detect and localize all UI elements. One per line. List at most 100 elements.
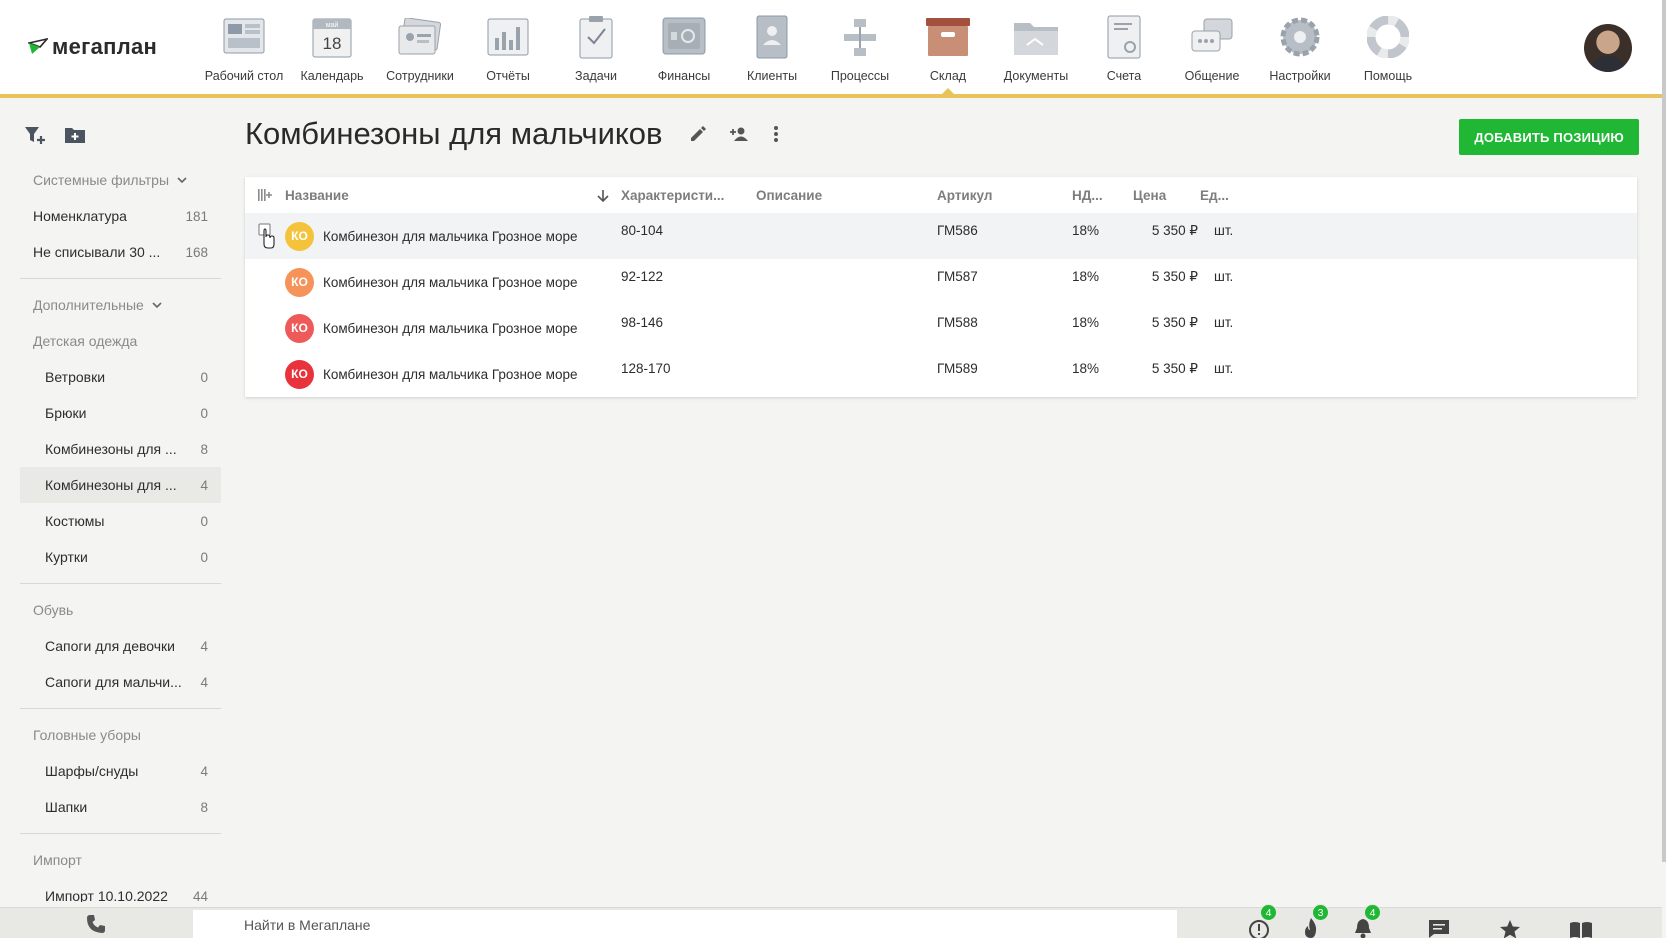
phone-icon[interactable] xyxy=(86,914,106,934)
nav-tasks[interactable]: Задачи xyxy=(552,14,640,83)
add-folder-icon[interactable] xyxy=(64,126,86,144)
nav-help[interactable]: Помощь xyxy=(1344,14,1432,83)
sidebar-item-label: Номенклатура xyxy=(33,208,127,224)
header-unit[interactable]: Ед... xyxy=(1200,188,1260,203)
sidebar-item-count: 0 xyxy=(200,549,208,565)
settings-icon xyxy=(1280,17,1320,57)
header-characteristics[interactable]: Характеристи... xyxy=(621,188,756,203)
row-name-cell: КО Комбинезон для мальчика Грозное море xyxy=(285,267,621,297)
sidebar-item-label: Сапоги для мальчи... xyxy=(45,674,182,690)
nav-clients[interactable]: Клиенты xyxy=(728,14,816,83)
group-label: Системные фильтры xyxy=(33,172,170,188)
nav-finance[interactable]: Финансы xyxy=(640,14,728,83)
sidebar-item-hats[interactable]: Шапки 8 xyxy=(20,789,221,825)
nav-label: Отчёты xyxy=(486,69,530,83)
sort-desc-icon[interactable] xyxy=(597,189,609,203)
nav-settings[interactable]: Настройки xyxy=(1256,14,1344,83)
sidebar-item-count: 0 xyxy=(200,405,208,421)
item-characteristics: 98-146 xyxy=(621,315,664,330)
row-name-cell: КО Комбинезон для мальчика Грозное море xyxy=(285,313,621,343)
row-name-cell: КО Комбинезон для мальчика Грозное море xyxy=(285,221,621,251)
logo-text: мегаплан xyxy=(52,34,158,59)
calendar-icon: май 18 xyxy=(312,18,352,58)
header-article[interactable]: Артикул xyxy=(937,188,1072,203)
user-avatar[interactable] xyxy=(1584,24,1632,72)
sidebar-item-count: 181 xyxy=(185,208,208,224)
item-unit: шт. xyxy=(1214,269,1234,284)
item-name[interactable]: Комбинезон для мальчика Грозное море xyxy=(323,321,577,336)
sidebar-item-trousers[interactable]: Брюки 0 xyxy=(20,395,221,431)
sidebar-tools xyxy=(20,112,221,158)
help-icon xyxy=(1367,16,1409,58)
sidebar-item-count: 44 xyxy=(192,888,208,903)
table-row[interactable]: КО Комбинезон для мальчика Грозное море … xyxy=(245,351,1637,397)
nav-processes[interactable]: Процессы xyxy=(816,14,904,83)
sidebar-item-jackets[interactable]: Куртки 0 xyxy=(20,539,221,575)
more-vertical-icon[interactable] xyxy=(773,125,779,143)
header-name[interactable]: Название xyxy=(285,188,621,203)
group-system-filters[interactable]: Системные фильтры xyxy=(20,162,221,198)
sidebar-item-count: 0 xyxy=(200,369,208,385)
folder-kids-clothes[interactable]: Детская одежда xyxy=(20,323,221,359)
sidebar-item-scarves[interactable]: Шарфы/снуды 4 xyxy=(20,753,221,789)
divider xyxy=(20,708,221,709)
edit-icon[interactable] xyxy=(689,125,707,143)
messages-button[interactable] xyxy=(1413,908,1465,938)
folder-hats[interactable]: Головные уборы xyxy=(20,717,221,753)
sidebar-item-count: 4 xyxy=(200,763,208,779)
sidebar-item-boots-girls[interactable]: Сапоги для девочки 4 xyxy=(20,628,221,664)
group-label: Детская одежда xyxy=(33,333,138,349)
global-search-input[interactable]: Найти в Мегаплане xyxy=(193,910,1177,938)
logo[interactable]: мегаплан xyxy=(28,34,157,60)
nav-desktop[interactable]: Рабочий стол xyxy=(200,14,288,83)
header-vat[interactable]: НД... xyxy=(1072,188,1133,203)
alerts-button[interactable]: 4 xyxy=(1233,904,1285,938)
folder-import[interactable]: Импорт xyxy=(20,842,221,878)
column-settings-icon[interactable] xyxy=(258,189,272,201)
item-badge: КО xyxy=(285,221,314,251)
sidebar-item-overalls-boys[interactable]: Комбинезоны для ... 4 xyxy=(20,467,221,503)
employees-icon xyxy=(398,18,442,55)
table-row[interactable]: КО Комбинезон для мальчика Грозное море … xyxy=(245,305,1637,351)
nav-label: Общение xyxy=(1184,69,1240,83)
folder-shoes[interactable]: Обувь xyxy=(20,592,221,628)
table-row[interactable]: КО Комбинезон для мальчика Грозное море … xyxy=(245,259,1637,305)
item-vat: 18% xyxy=(1072,361,1100,376)
sidebar-item-count: 4 xyxy=(200,477,208,493)
knowledge-base-button[interactable] xyxy=(1555,908,1607,938)
item-name[interactable]: Комбинезон для мальчика Грозное море xyxy=(323,229,577,244)
sidebar-item-suits[interactable]: Костюмы 0 xyxy=(20,503,221,539)
items-table: Название Характеристи... Описание Артику… xyxy=(245,177,1637,397)
nav-invoices[interactable]: Счета xyxy=(1080,14,1168,83)
favorites-button[interactable] xyxy=(1484,908,1536,938)
item-badge: КО xyxy=(285,359,314,389)
item-name[interactable]: Комбинезон для мальчика Грозное море xyxy=(323,275,577,290)
sidebar-item-overalls-girls[interactable]: Комбинезоны для ... 8 xyxy=(20,431,221,467)
sidebar-item-import-date[interactable]: Импорт 10.10.2022 44 xyxy=(20,878,221,902)
hot-button[interactable]: 3 xyxy=(1285,904,1337,938)
nav-warehouse[interactable]: Склад xyxy=(904,14,992,94)
warehouse-icon xyxy=(926,18,970,56)
sidebar-item-boots-boys[interactable]: Сапоги для мальчи... 4 xyxy=(20,664,221,700)
nav-calendar[interactable]: май 18 Календарь xyxy=(288,14,376,83)
nav-reports[interactable]: Отчёты xyxy=(464,14,552,83)
nav-employees[interactable]: Сотрудники xyxy=(376,14,464,83)
item-unit: шт. xyxy=(1214,361,1234,376)
group-additional[interactable]: Дополнительные xyxy=(20,287,221,323)
add-filter-icon[interactable] xyxy=(24,125,46,145)
row-checkbox[interactable] xyxy=(255,222,275,250)
add-participant-icon[interactable] xyxy=(729,126,751,142)
notifications-button[interactable]: 4 xyxy=(1337,904,1389,938)
sidebar-item-count: 8 xyxy=(200,441,208,457)
sidebar-item-nomenclature[interactable]: Номенклатура 181 xyxy=(20,198,221,234)
nav-documents[interactable]: Документы xyxy=(992,14,1080,83)
item-name[interactable]: Комбинезон для мальчика Грозное море xyxy=(323,367,577,382)
page-scrollbar[interactable] xyxy=(1662,0,1666,862)
sidebar-item-windbreakers[interactable]: Ветровки 0 xyxy=(20,359,221,395)
header-price[interactable]: Цена xyxy=(1133,188,1200,203)
table-row[interactable]: КО Комбинезон для мальчика Грозное море … xyxy=(245,213,1637,259)
add-position-button[interactable]: ДОБАВИТЬ ПОЗИЦИЮ xyxy=(1459,119,1639,155)
sidebar-item-not-written-off[interactable]: Не списывали 30 ... 168 xyxy=(20,234,221,270)
header-description[interactable]: Описание xyxy=(756,188,937,203)
nav-chat[interactable]: Общение xyxy=(1168,14,1256,83)
